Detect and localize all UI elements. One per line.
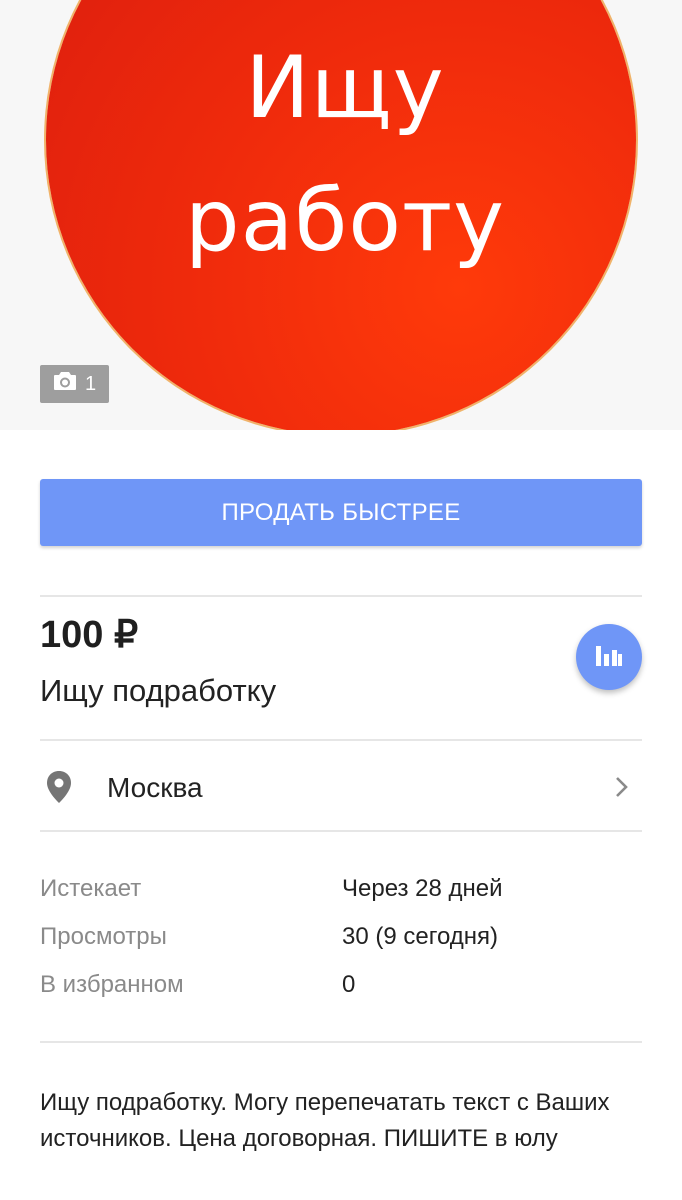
location-row[interactable]: Москва [0, 742, 682, 830]
photo-count: 1 [84, 372, 97, 395]
info-row-favorites: В избранном 0 [40, 971, 642, 1019]
info-value: Через 28 дней [342, 875, 503, 902]
photo-text-line-1: Ищу [245, 38, 445, 138]
chevron-right-icon [614, 776, 630, 803]
listing-price: 100 ₽ [40, 614, 139, 656]
sell-faster-button[interactable]: ПРОДАТЬ БЫСТРЕЕ [40, 479, 642, 546]
info-label: Просмотры [40, 923, 167, 950]
location-pin-icon [45, 770, 73, 809]
divider [40, 830, 642, 832]
info-label: В избранном [40, 971, 184, 998]
camera-icon [53, 371, 77, 397]
stats-button[interactable] [576, 624, 642, 690]
info-label: Истекает [40, 875, 142, 902]
listing-info-table: Истекает Через 28 дней Просмотры 30 (9 с… [40, 875, 642, 1019]
info-value: 30 (9 сегодня) [342, 923, 499, 950]
listing-photo[interactable]: Ищу работу 1 [0, 0, 682, 430]
info-value: 0 [342, 971, 356, 998]
location-city: Москва [107, 772, 203, 803]
photo-text-line-2: работу [185, 171, 505, 271]
info-row-expires: Истекает Через 28 дней [40, 875, 642, 923]
bar-chart-icon [595, 642, 623, 673]
info-row-views: Просмотры 30 (9 сегодня) [40, 923, 642, 971]
divider [40, 1041, 642, 1043]
divider [40, 739, 642, 741]
divider [40, 595, 642, 597]
listing-description: Ищу подработку. Могу перепечатать текст … [40, 1089, 610, 1152]
listing-title: Ищу подработку [40, 673, 277, 708]
photo-count-badge: 1 [40, 365, 109, 403]
